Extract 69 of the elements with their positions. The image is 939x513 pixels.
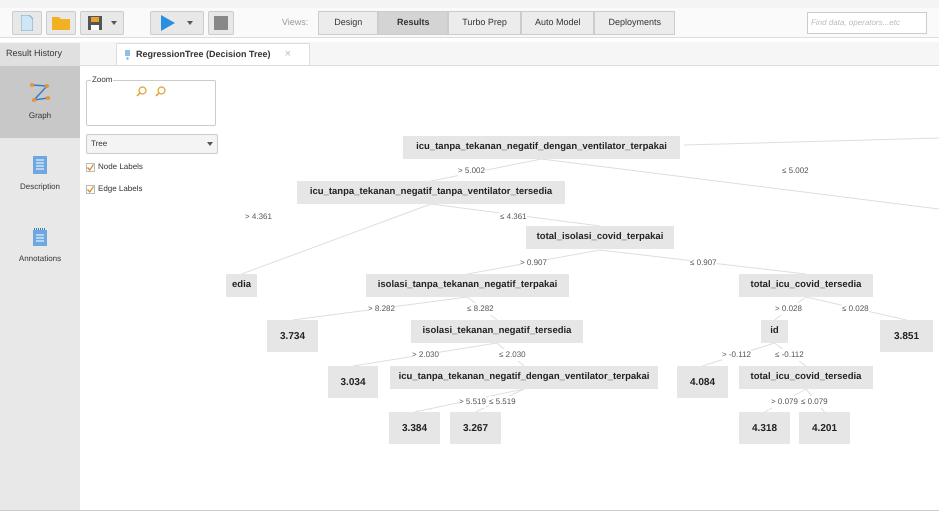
leaf-node: 3.034 (328, 366, 378, 398)
edge-label: ≤ 5.519 (489, 396, 516, 408)
split-node: isolasi_tekanan_negatif_tersedia (411, 320, 583, 343)
stop-button[interactable] (208, 10, 234, 34)
leaf-node: 4.201 (799, 412, 850, 444)
checkbox-label: Edge Labels (98, 183, 142, 195)
zoom-in-icon[interactable] (136, 86, 147, 97)
tab-label: RegressionTree (Decision Tree) (136, 48, 271, 61)
view-tab[interactable]: Design (318, 10, 378, 34)
edge-label: > -0.112 (722, 349, 751, 361)
checkbox[interactable] (86, 184, 95, 194)
folder-icon (52, 16, 70, 30)
save-button[interactable] (80, 10, 124, 34)
open-button[interactable] (46, 10, 76, 34)
search-field[interactable]: Find data, operators...etc (807, 12, 927, 34)
split-node: total_icu_covid_tersedia (739, 366, 873, 389)
edge-label: > 0.028 (775, 303, 802, 315)
edge-label: ≤ 0.079 (801, 396, 828, 408)
split-node: icu_tanpa_tekanan_negatif_tanpa_ventilator_tersedia (297, 181, 565, 204)
edge-label: ≤ -0.112 (775, 349, 804, 361)
edge-label: ≤ 8.282 (467, 303, 494, 315)
caret-icon (207, 142, 213, 146)
views-label: Views: (282, 16, 308, 29)
zoom-out-icon[interactable] (155, 86, 166, 97)
split-node: icu_tanpa_tekanan_negatif_dengan_ventilator_terpakai (390, 366, 658, 389)
split-node: total_icu_covid_tersedia (739, 274, 873, 297)
leaf-node: 3.267 (450, 412, 501, 444)
view-tab[interactable]: Auto Model (520, 10, 594, 34)
view-tab[interactable]: Turbo Prep (448, 10, 521, 34)
new-file-button[interactable] (12, 10, 42, 34)
leaf-node: 3.734 (267, 320, 318, 352)
file-icon (21, 14, 33, 30)
edge-label: ≤ 2.030 (499, 349, 526, 361)
checkbox[interactable] (86, 162, 95, 172)
edge-label: > 0.079 (771, 396, 798, 408)
sidebar-item[interactable]: Graph (0, 66, 80, 138)
sidebar-item[interactable]: Description (0, 138, 80, 210)
graph-icon (29, 82, 51, 104)
document-icon (32, 155, 48, 175)
sidebar-item[interactable]: Annotations (0, 210, 80, 282)
stop-icon (214, 16, 228, 30)
save-icon (87, 14, 103, 30)
split-node: isolasi_tanpa_tekanan_negatif_terpakai (366, 274, 569, 297)
bulb-icon (125, 50, 130, 60)
split-node: total_isolasi_covid_terpakai (526, 226, 674, 249)
view-tab[interactable]: Deployments (594, 10, 675, 34)
layout-dropdown[interactable]: Tree (86, 134, 218, 154)
edge-label: > 5.002 (458, 165, 485, 177)
edge-label: > 5.519 (459, 396, 486, 408)
caret-icon (111, 20, 117, 24)
zoom-label: Zoom (91, 74, 114, 86)
leaf-node: 4.084 (677, 366, 728, 398)
note-icon (32, 227, 48, 247)
checkbox-label: Node Labels (98, 161, 143, 173)
leaf-node: 3.851 (880, 320, 933, 352)
caret-icon (187, 20, 193, 24)
result-tab[interactable]: RegressionTree (Decision Tree) × (116, 43, 310, 65)
run-button[interactable] (150, 10, 204, 34)
split-node: edia (226, 274, 257, 297)
split-node: icu_tanpa_tekanan_negatif_dengan_ventilator_terpakai (403, 136, 680, 159)
split-node: id (761, 320, 788, 343)
panel-header: Result History (0, 43, 80, 65)
check-icon (87, 186, 94, 192)
leaf-node: 4.318 (739, 412, 790, 444)
check-icon (87, 164, 94, 170)
leaf-node: 3.384 (389, 412, 440, 444)
edge-label: ≤ 0.028 (842, 303, 869, 315)
view-tab[interactable]: Results (378, 10, 448, 34)
play-icon (161, 14, 175, 30)
